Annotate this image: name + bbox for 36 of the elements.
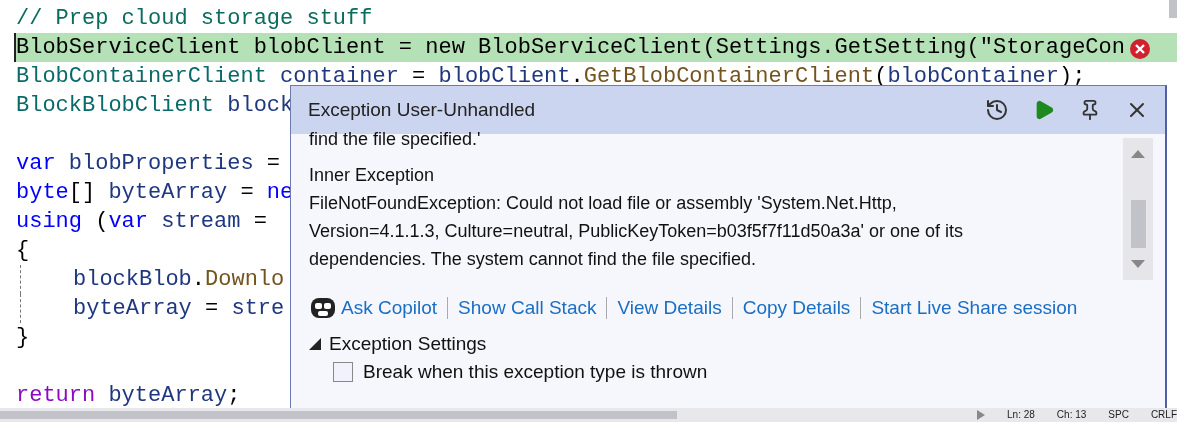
- code-line: byteArray = stre: [73, 295, 285, 323]
- code-line: var blobProperties =: [16, 150, 281, 178]
- code-line: {: [16, 237, 30, 265]
- settings-heading: Exception Settings: [329, 333, 487, 355]
- action-link[interactable]: Copy Details: [731, 297, 861, 319]
- inner-exception-heading: Inner Exception: [309, 164, 436, 187]
- status-item: Ch: 13: [1056, 409, 1087, 421]
- scrollbar-thumb[interactable]: [0, 411, 678, 419]
- status-item: Ln: 28: [1007, 409, 1035, 421]
- code-line: return byteArray;: [16, 382, 241, 408]
- action-link[interactable]: View Details: [606, 297, 732, 319]
- code-line: using (var stream =: [16, 208, 267, 236]
- scroll-right-icon[interactable]: [977, 410, 986, 420]
- exception-message: FileNotFoundException: Could not load file or assembly 'System.Net.Http, Version=4.1.1.3, Culture=neutral, PublicKeyToken=b03f5f7f11d50a3a' or one of its dependencies. The system cannot find the file specified.: [309, 192, 965, 271]
- scroll-up-icon[interactable]: [1131, 150, 1145, 158]
- status-item: CRLF: [1150, 409, 1177, 421]
- popup-title: Exception User-Unhandled: [308, 99, 537, 121]
- code-line: blockBlob.Downlo: [73, 266, 285, 294]
- checkbox-label: Break when this exception type is thrown: [363, 361, 708, 383]
- code-line: BlockBlobClient block: [16, 92, 294, 120]
- code-line: BlobServiceClient blobClient = new BlobServiceClient(Settings.GetSetting("StorageCon: [16, 34, 1125, 62]
- scrollbar-thumb[interactable]: [1131, 200, 1146, 248]
- code-line: // Prep cloud storage stuff: [16, 5, 373, 33]
- checkbox[interactable]: [333, 362, 353, 382]
- scrollbar[interactable]: [1123, 138, 1153, 280]
- copilot-icon: [309, 295, 337, 321]
- action-link[interactable]: Show Call Stack: [447, 297, 607, 319]
- action-link[interactable]: Ask Copilot: [337, 297, 448, 319]
- scroll-down-icon[interactable]: [1131, 260, 1145, 268]
- code-line: }: [16, 324, 30, 352]
- action-link[interactable]: Start Live Share session: [860, 297, 1088, 319]
- expand-icon[interactable]: [309, 338, 321, 350]
- error-icon[interactable]: [1129, 38, 1151, 60]
- message-text: find the file specified.': [309, 134, 482, 148]
- scrollbar-thumb[interactable]: [1169, 0, 1177, 18]
- status-item: SPC: [1108, 409, 1129, 421]
